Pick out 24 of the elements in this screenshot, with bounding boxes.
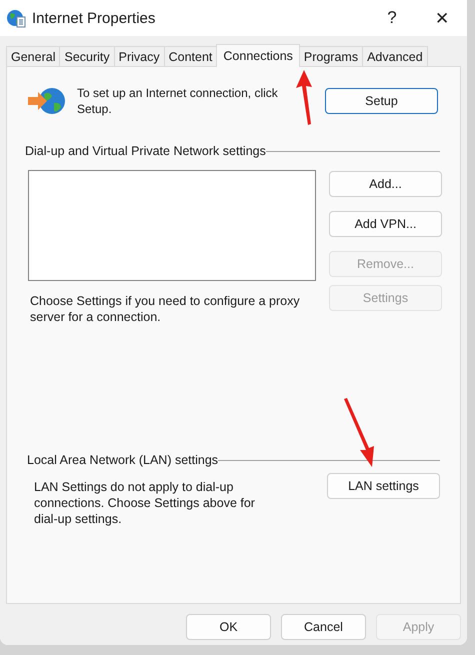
- help-button[interactable]: ?: [367, 1, 417, 35]
- lan-text: LAN Settings do not apply to dial-up connections. Choose Settings above for dial-up settings.: [34, 479, 256, 527]
- setup-text: To set up an Internet connection, click Setup.: [77, 85, 279, 117]
- tab[interactable]: Programs: [298, 46, 364, 66]
- section-heading: Local Area Network (LAN) settings: [27, 453, 218, 467]
- dialog-button[interactable]: Cancel: [281, 614, 366, 640]
- globe-arrow-icon: [27, 86, 67, 116]
- tab[interactable]: Privacy: [114, 46, 165, 66]
- add-button[interactable]: Add...: [329, 171, 442, 197]
- dialog-button[interactable]: OK: [186, 614, 271, 640]
- proxy-text: Choose Settings if you need to configure a proxy server for a connection.: [30, 293, 301, 325]
- tab[interactable]: Security: [59, 46, 115, 66]
- tab[interactable]: General: [6, 46, 60, 66]
- add-button[interactable]: Add VPN...: [329, 211, 442, 237]
- lan-settings-button[interactable]: LAN settings: [327, 473, 440, 499]
- close-button[interactable]: ✕: [417, 1, 467, 35]
- globe-icon: [6, 8, 26, 28]
- setup-button[interactable]: Setup: [325, 88, 438, 114]
- connection-list[interactable]: [28, 170, 316, 281]
- section-heading: Dial-up and Virtual Private Network settings: [25, 144, 266, 158]
- arrow: [342, 398, 376, 468]
- window-title: Internet Properties: [32, 10, 156, 26]
- tab[interactable]: Connections: [216, 44, 300, 67]
- tab[interactable]: Advanced: [362, 46, 428, 66]
